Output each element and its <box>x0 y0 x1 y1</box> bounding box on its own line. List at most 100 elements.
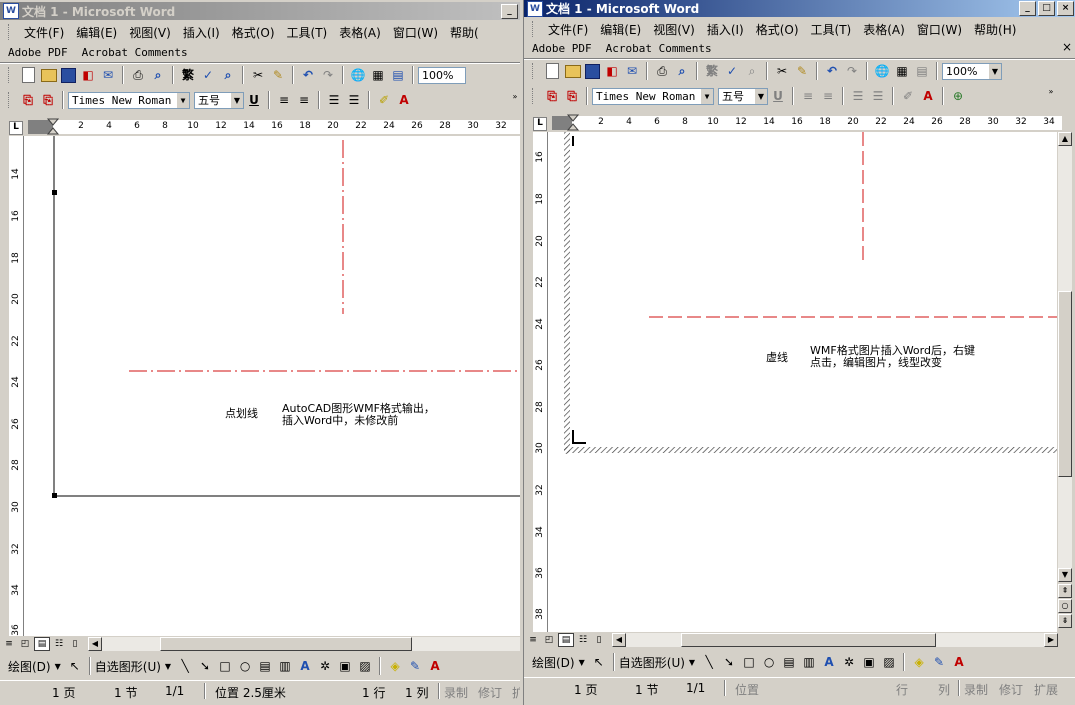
permission-icon[interactable]: ◧ <box>80 67 96 83</box>
browse-object-icon[interactable]: ○ <box>1058 599 1072 613</box>
font-size-select[interactable]: 五号 ▼ <box>194 91 244 109</box>
vertical-textbox-icon[interactable]: ▥ <box>277 658 293 674</box>
toolbar-grip[interactable] <box>532 63 536 79</box>
maximize-button[interactable]: □ <box>1038 1 1055 16</box>
align-left-icon[interactable]: ≡ <box>800 88 816 104</box>
print-preview-icon[interactable]: ⌕ <box>674 63 690 79</box>
menu-insert[interactable]: 插入(I) <box>177 24 226 41</box>
menu-insert[interactable]: 插入(I) <box>701 21 750 38</box>
font-name-select[interactable]: Times New Roman ▼ <box>592 87 714 105</box>
save-icon[interactable] <box>61 67 76 83</box>
chevron-down-icon[interactable]: ▼ <box>755 88 767 104</box>
font-color-icon[interactable]: A <box>396 92 412 108</box>
numbering-icon[interactable]: ☰ <box>850 88 866 104</box>
toolbar-grip[interactable] <box>532 21 536 37</box>
extra-tool-icon[interactable]: ⊕ <box>950 88 966 104</box>
menu-tools[interactable]: 工具(T) <box>281 24 334 41</box>
chevron-down-icon[interactable]: ▼ <box>989 63 1001 79</box>
adobe-pdf-menu[interactable]: Adobe PDF <box>8 46 68 59</box>
insert-table-icon[interactable]: ▤ <box>914 63 930 79</box>
document-page[interactable]: 虚线 WMF格式图片插入Word后，右键 点击，编辑图片，线型改变 <box>548 132 1057 632</box>
minimize-button[interactable]: _ <box>501 3 518 19</box>
fill-color-icon[interactable]: ◈ <box>387 658 403 674</box>
acrobat-comments-menu[interactable]: Acrobat Comments <box>82 46 188 59</box>
vertical-scrollbar[interactable] <box>1058 146 1072 568</box>
status-track[interactable]: 修订 <box>999 681 1023 698</box>
menu-view[interactable]: 视图(V) <box>647 21 701 38</box>
tab-selector-icon[interactable]: L <box>533 117 547 131</box>
select-objects-icon[interactable]: ↖ <box>591 654 607 670</box>
web-view-icon[interactable]: ◰ <box>542 634 556 646</box>
textbox-icon[interactable]: ▤ <box>257 658 273 674</box>
close-button[interactable]: × <box>1057 1 1074 16</box>
wordart-icon[interactable]: A <box>821 654 837 670</box>
font-color-icon[interactable]: A <box>920 88 936 104</box>
chevron-down-icon[interactable]: ▼ <box>165 662 171 671</box>
horizontal-scrollbar[interactable] <box>626 633 1044 647</box>
arrow-icon[interactable]: ➘ <box>197 658 213 674</box>
outline-view-icon[interactable]: ☷ <box>576 634 590 646</box>
title-bar[interactable]: W 文档 1 - Microsoft Word _ <box>0 2 520 20</box>
open-folder-icon[interactable] <box>565 64 581 78</box>
toolbar-grip[interactable] <box>532 88 536 104</box>
traditional-chinese-icon[interactable]: 繁 <box>180 67 196 83</box>
previous-page-icon[interactable]: ⇞ <box>1058 584 1072 598</box>
convert-to-pdf-icon[interactable]: ⎘ <box>20 92 36 108</box>
underline-icon[interactable]: U <box>770 88 786 104</box>
status-extend[interactable]: 扩展 <box>1034 681 1058 698</box>
print-icon[interactable]: ⎙ <box>130 67 146 83</box>
font-color-icon[interactable]: A <box>951 654 967 670</box>
status-track[interactable]: 修订 <box>478 684 502 701</box>
undo-icon[interactable]: ↶ <box>824 63 840 79</box>
word-app-icon[interactable]: W <box>527 0 543 17</box>
traditional-chinese-icon[interactable]: 繁 <box>704 63 720 79</box>
font-name-select[interactable]: Times New Roman ▼ <box>68 91 190 109</box>
wmf-picture[interactable] <box>24 136 520 636</box>
highlight-icon[interactable]: ✐ <box>376 92 392 108</box>
chevron-down-icon[interactable]: ▼ <box>579 658 585 667</box>
scroll-down-icon[interactable]: ▼ <box>1058 568 1072 582</box>
vertical-ruler[interactable]: 14 16 18 20 22 24 26 28 30 32 34 36 <box>9 136 24 636</box>
menu-file[interactable]: 文件(F) <box>542 21 594 38</box>
vertical-textbox-icon[interactable]: ▥ <box>801 654 817 670</box>
adobe-pdf-menu[interactable]: Adobe PDF <box>532 42 592 55</box>
horizontal-ruler[interactable]: 2 4 6 8 10 12 14 16 18 20 22 24 26 28 30… <box>552 116 1062 130</box>
rectangle-icon[interactable]: □ <box>217 658 233 674</box>
align-center-icon[interactable]: ≡ <box>820 88 836 104</box>
redo-icon[interactable]: ↷ <box>320 67 336 83</box>
drawing-toggle-icon[interactable]: ▦ <box>370 67 386 83</box>
spelling-icon[interactable]: ✓ <box>200 67 216 83</box>
horizontal-scroll-thumb[interactable] <box>160 637 412 651</box>
title-bar[interactable]: W 文档 1 - Microsoft Word _ □ × <box>524 0 1075 17</box>
font-color-icon[interactable]: A <box>427 658 443 674</box>
horizontal-ruler[interactable]: 2 4 6 8 10 12 14 16 18 20 22 24 26 28 30… <box>28 120 520 134</box>
print-layout-icon[interactable]: ▤ <box>34 637 50 651</box>
minimize-button[interactable]: _ <box>1019 1 1036 16</box>
email-icon[interactable]: ✉ <box>624 63 640 79</box>
line-icon[interactable]: ╲ <box>177 658 193 674</box>
status-record[interactable]: 录制 <box>444 684 468 701</box>
menu-table[interactable]: 表格(A) <box>857 21 911 38</box>
hyperlink-icon[interactable]: 🌐 <box>874 63 890 79</box>
bullets-icon[interactable]: ☰ <box>346 92 362 108</box>
new-document-icon[interactable] <box>22 67 35 83</box>
underline-icon[interactable]: U <box>246 92 262 108</box>
chevron-down-icon[interactable]: ▼ <box>689 658 695 667</box>
clipart-icon[interactable]: ▣ <box>337 658 353 674</box>
diagram-icon[interactable]: ✲ <box>841 654 857 670</box>
convert-to-pdf-icon[interactable]: ⎘ <box>544 88 560 104</box>
redo-icon[interactable]: ↷ <box>844 63 860 79</box>
fill-color-icon[interactable]: ◈ <box>911 654 927 670</box>
scroll-left-icon[interactable]: ◀ <box>612 633 626 647</box>
permission-icon[interactable]: ◧ <box>604 63 620 79</box>
menu-help[interactable]: 帮助( <box>444 24 485 41</box>
vertical-ruler[interactable]: 16 18 20 22 24 26 28 30 32 34 36 38 <box>533 132 548 632</box>
document-page[interactable]: 点划线 AutoCAD图形WMF格式输出， 插入Word中，未修改前 <box>24 136 520 636</box>
toolbar-options-icon[interactable]: » <box>510 92 520 112</box>
textbox-icon[interactable]: ▤ <box>781 654 797 670</box>
reading-view-icon[interactable]: ▯ <box>68 638 82 650</box>
bullets-icon[interactable]: ☰ <box>870 88 886 104</box>
chevron-down-icon[interactable]: ▼ <box>231 92 243 108</box>
wordart-icon[interactable]: A <box>297 658 313 674</box>
vertical-scroll-thumb[interactable] <box>1058 291 1072 477</box>
